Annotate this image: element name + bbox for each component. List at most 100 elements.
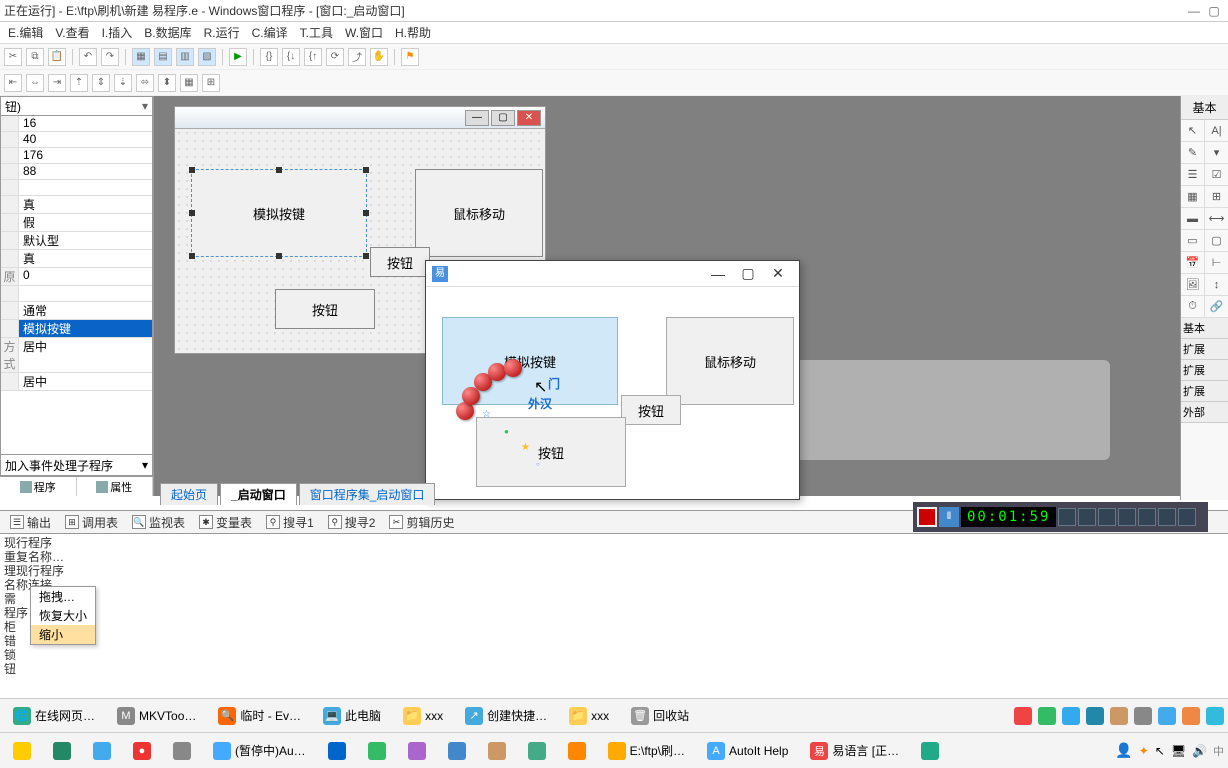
flag-icon[interactable]: ⚑ [401,48,419,66]
taskbar-item[interactable]: ● [124,738,160,764]
running-window[interactable]: 易 — ▢ ✕ 模拟按键 鼠标移动 按钮 按钮 ↖ 门 外汉 ☆ ★ ● ○ [425,260,800,500]
align-bottom-icon[interactable]: ⇣ [114,74,132,92]
align-center-icon[interactable]: ⇔ [26,74,44,92]
property-row[interactable]: 假 [1,214,152,232]
tool-table-icon[interactable]: ⊞ [1205,186,1228,207]
tray-icon[interactable] [1182,707,1200,725]
button-2[interactable]: 按钮 [275,289,375,329]
layout4-icon[interactable]: ▧ [198,48,216,66]
property-grid[interactable]: 164017688真假默认型真原0通常模拟按键方式居中居中 [0,116,153,455]
menu-compile[interactable]: C.编译 [246,22,294,43]
taskbar-item[interactable]: 🔍临时 - Ev… [209,703,310,729]
left-tab-program[interactable]: 程序 [0,477,77,496]
taskbar-item[interactable]: E:\ftp\刷… [599,738,694,764]
tool-scroll-icon[interactable]: ↕ [1205,274,1228,295]
tray-icon[interactable] [1014,707,1032,725]
run-button-mousemove[interactable]: 鼠标移动 [666,317,794,405]
property-row[interactable]: 模拟按键 [1,320,152,338]
align-left-icon[interactable]: ⇤ [4,74,22,92]
tray-icon[interactable] [1062,707,1080,725]
property-row[interactable]: 真 [1,196,152,214]
taskbar-item[interactable]: 🗑回收站 [622,703,698,729]
property-row[interactable]: 16 [1,116,152,132]
rec-monitor-icon[interactable] [1178,508,1196,526]
tray-icon[interactable] [1086,707,1104,725]
menu-database[interactable]: B.数据库 [138,22,197,43]
menu-tools[interactable]: T.工具 [294,22,339,43]
tray-star-icon[interactable]: ✦ [1139,744,1149,758]
otab-watch[interactable]: 🔍监视表 [126,512,191,533]
tool-image-icon[interactable]: 🖼 [1181,274,1205,295]
taskbar-item[interactable] [164,738,200,764]
popup-drag[interactable]: 拖拽… [31,587,95,606]
run-icon[interactable]: ▶ [229,48,247,66]
tab-start[interactable]: 起始页 [160,483,218,505]
tool-edit-icon[interactable]: ✎ [1181,142,1205,163]
tool-tree-icon[interactable]: ⊢ [1205,252,1228,273]
menu-view[interactable]: V.查看 [49,22,95,43]
tool-timer-icon[interactable]: ⏱ [1181,296,1205,317]
property-row[interactable]: 方式居中 [1,338,152,373]
property-row[interactable]: 40 [1,132,152,148]
taskbar-item[interactable]: 📁xxx [560,703,618,729]
tray-monitor-icon[interactable]: 🖥 [1171,744,1186,758]
rec-fullscreen-icon[interactable] [1158,508,1176,526]
tool-calendar-icon[interactable]: 📅 [1181,252,1205,273]
paste-icon[interactable]: 📋 [48,48,66,66]
menu-insert[interactable]: I.插入 [96,22,139,43]
run-min-button[interactable]: — [703,266,733,282]
otab-output[interactable]: ☰输出 [4,512,57,533]
menu-edit[interactable]: E.编辑 [2,22,49,43]
minimize-button[interactable]: — [1184,4,1204,18]
rec-tool-icon[interactable] [1118,508,1136,526]
output-popup[interactable]: 拖拽… 恢复大小 缩小 [30,586,96,645]
taskbar-item[interactable] [319,738,355,764]
object-selector[interactable]: 钮) [0,96,153,116]
tool-progress-icon[interactable]: ▬ [1181,208,1205,229]
tool-check-icon[interactable]: ☑ [1205,164,1228,185]
menu-help[interactable]: H.帮助 [389,22,437,43]
property-row[interactable]: 通常 [1,302,152,320]
left-tab-properties[interactable]: 属性 [77,477,154,496]
tab-windowset[interactable]: 窗口程序集_启动窗口 [299,483,436,505]
property-row[interactable]: 原0 [1,268,152,286]
palette-section-ext1[interactable]: 扩展 [1181,339,1228,360]
property-row[interactable]: 居中 [1,373,152,391]
run-button-2[interactable]: 按钮 [476,417,626,487]
taskbar-item[interactable]: 🌐在线网页… [4,703,104,729]
align-middle-icon[interactable]: ⇕ [92,74,110,92]
layout2-icon[interactable]: ▤ [154,48,172,66]
tool-label-icon[interactable]: A| [1205,120,1228,141]
palette-section-outer[interactable]: 外部 [1181,402,1228,423]
tray-icon[interactable] [1038,707,1056,725]
otab-clip[interactable]: ✂剪辑历史 [383,512,460,533]
maximize-button[interactable]: ▢ [1204,4,1224,18]
taskbar-item[interactable]: 📁xxx [394,703,452,729]
tray-person-icon[interactable]: 👤 [1115,742,1132,759]
menu-run[interactable]: R.运行 [198,22,246,43]
step3-icon[interactable]: {↑ [304,48,322,66]
tool-pointer-icon[interactable]: ↖ [1181,120,1205,141]
tool-list-icon[interactable]: ☰ [1181,164,1205,185]
property-row[interactable]: 176 [1,148,152,164]
step1-icon[interactable]: {} [260,48,278,66]
tray-icon[interactable] [1110,707,1128,725]
layout1-icon[interactable]: ▦ [132,48,150,66]
run-max-button[interactable]: ▢ [733,265,763,282]
button-simkey[interactable]: 模拟按键 [191,169,367,257]
add-event-dropdown[interactable]: 加入事件处理子程序 [1,455,152,475]
taskbar-item[interactable] [479,738,515,764]
taskbar-item[interactable]: MMKVToo… [108,703,205,729]
record-button[interactable] [917,507,937,527]
popup-restore[interactable]: 恢复大小 [31,606,95,625]
undo-icon[interactable]: ↶ [79,48,97,66]
rec-audio-icon[interactable] [1058,508,1076,526]
tray-cursor-icon[interactable]: ↖ [1155,744,1165,758]
taskbar-item[interactable] [439,738,475,764]
layout3-icon[interactable]: ▥ [176,48,194,66]
output-area[interactable]: 现行程序重复名称…理现行程序名称连接…需程序柜错锁钮 [0,534,1228,656]
property-row[interactable] [1,286,152,302]
property-row[interactable]: 默认型 [1,232,152,250]
tool-tab-icon[interactable]: ▭ [1181,230,1205,251]
taskbar-item[interactable]: (暂停中)Au… [204,738,315,764]
